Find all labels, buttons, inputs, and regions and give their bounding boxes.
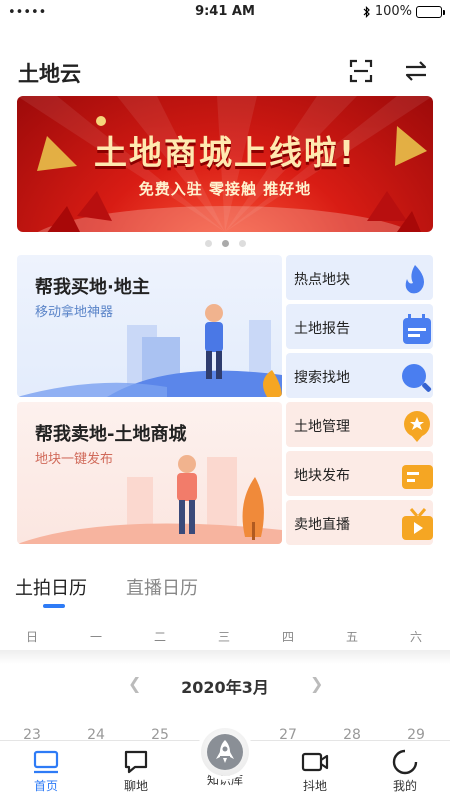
- battery-percent: 100%: [374, 4, 412, 19]
- quick-item-label: 地块发布: [294, 468, 350, 484]
- quick-item-label: 搜索找地: [294, 370, 350, 386]
- fire-icon: [405, 265, 424, 294]
- tab-chat[interactable]: 聊地: [104, 749, 168, 794]
- weekday-label: 六: [409, 630, 422, 644]
- weekday-label: 三: [217, 630, 230, 644]
- quick-item-hot-land[interactable]: 热点地块: [286, 255, 433, 300]
- medal-icon: [404, 411, 430, 442]
- battery-icon: [416, 5, 445, 18]
- report-icon: [403, 314, 431, 344]
- knowledge-base-button[interactable]: [201, 728, 249, 776]
- sell-land-card[interactable]: 帮我卖地-土地商城 地块一键发布: [17, 402, 282, 544]
- video-icon: [301, 752, 329, 772]
- pagination-dot: [204, 240, 212, 247]
- rocket-icon-bg: [207, 734, 243, 770]
- app-title: 土地云: [18, 62, 81, 86]
- quick-item-label: 土地管理: [294, 419, 350, 435]
- pagination-dot: [238, 240, 246, 247]
- weekday-label: 一: [89, 630, 102, 644]
- quick-item-land-live[interactable]: 卖地直播: [286, 500, 433, 545]
- tab-label: 我的: [392, 779, 417, 793]
- pagination-dot-active: [221, 240, 229, 247]
- tab-label: 首页: [33, 779, 58, 793]
- quick-item-label: 卖地直播: [294, 517, 350, 533]
- buy-card-title: 帮我买地·地主: [35, 277, 150, 298]
- tv-icon: [402, 508, 433, 540]
- weekday-label: 五: [345, 630, 358, 644]
- switch-icon[interactable]: [403, 58, 429, 84]
- buy-land-card[interactable]: 帮我买地·地主 移动拿地神器: [17, 255, 282, 397]
- quick-item-label: 土地报告: [294, 321, 350, 337]
- quick-item-land-report[interactable]: 土地报告: [286, 304, 433, 349]
- weekday-label: 二: [153, 630, 166, 644]
- sell-card-subtitle: 地块一键发布: [35, 452, 114, 467]
- tab-label: 聊地: [123, 779, 148, 793]
- tab-home[interactable]: 首页: [14, 749, 78, 794]
- promo-banner[interactable]: 土地商城上线啦! 免费入驻 零接触 推好地: [17, 96, 433, 232]
- current-month: 2020年3月: [181, 678, 269, 697]
- bluetooth-icon: [363, 5, 370, 18]
- banner-subtitle: 免费入驻 零接触 推好地: [138, 180, 312, 198]
- active-tab-indicator: [43, 604, 65, 608]
- rocket-icon: [216, 740, 234, 763]
- buy-card-subtitle: 移动拿地神器: [35, 305, 114, 320]
- card-icon: [402, 465, 433, 489]
- tab-profile[interactable]: 我的: [373, 749, 437, 794]
- tab-land-auction-calendar[interactable]: 土拍日历: [15, 574, 87, 600]
- weekday-label: 四: [281, 630, 294, 644]
- next-month-icon[interactable]: ❯: [310, 674, 323, 693]
- scan-icon[interactable]: [348, 58, 374, 84]
- quick-item-land-management[interactable]: 土地管理: [286, 402, 433, 447]
- divider: [0, 650, 450, 664]
- banner-pagination: [0, 240, 450, 247]
- tab-video[interactable]: 抖地: [283, 749, 347, 794]
- banner-headline: 土地商城上线啦!: [93, 133, 357, 172]
- tab-label: 抖地: [302, 779, 327, 793]
- home-icon: [33, 750, 59, 774]
- sell-card-title: 帮我卖地-土地商城: [35, 424, 187, 445]
- profile-icon: [392, 749, 418, 775]
- status-bar: ••••• 9:41 AM 100%: [0, 0, 450, 24]
- quick-item-search-land[interactable]: 搜索找地: [286, 353, 433, 398]
- weekday-header: 日 一 二 三 四 五 六: [0, 628, 450, 648]
- tab-live-calendar[interactable]: 直播日历: [126, 574, 198, 600]
- quick-item-label: 热点地块: [294, 272, 350, 288]
- weekday-label: 日: [25, 630, 38, 644]
- header: 土地云: [0, 52, 450, 92]
- calendar-tabs: 土拍日历 直播日历: [0, 574, 450, 614]
- search-icon: [402, 364, 432, 392]
- chat-icon: [124, 750, 148, 774]
- quick-item-land-publish[interactable]: 地块发布: [286, 451, 433, 496]
